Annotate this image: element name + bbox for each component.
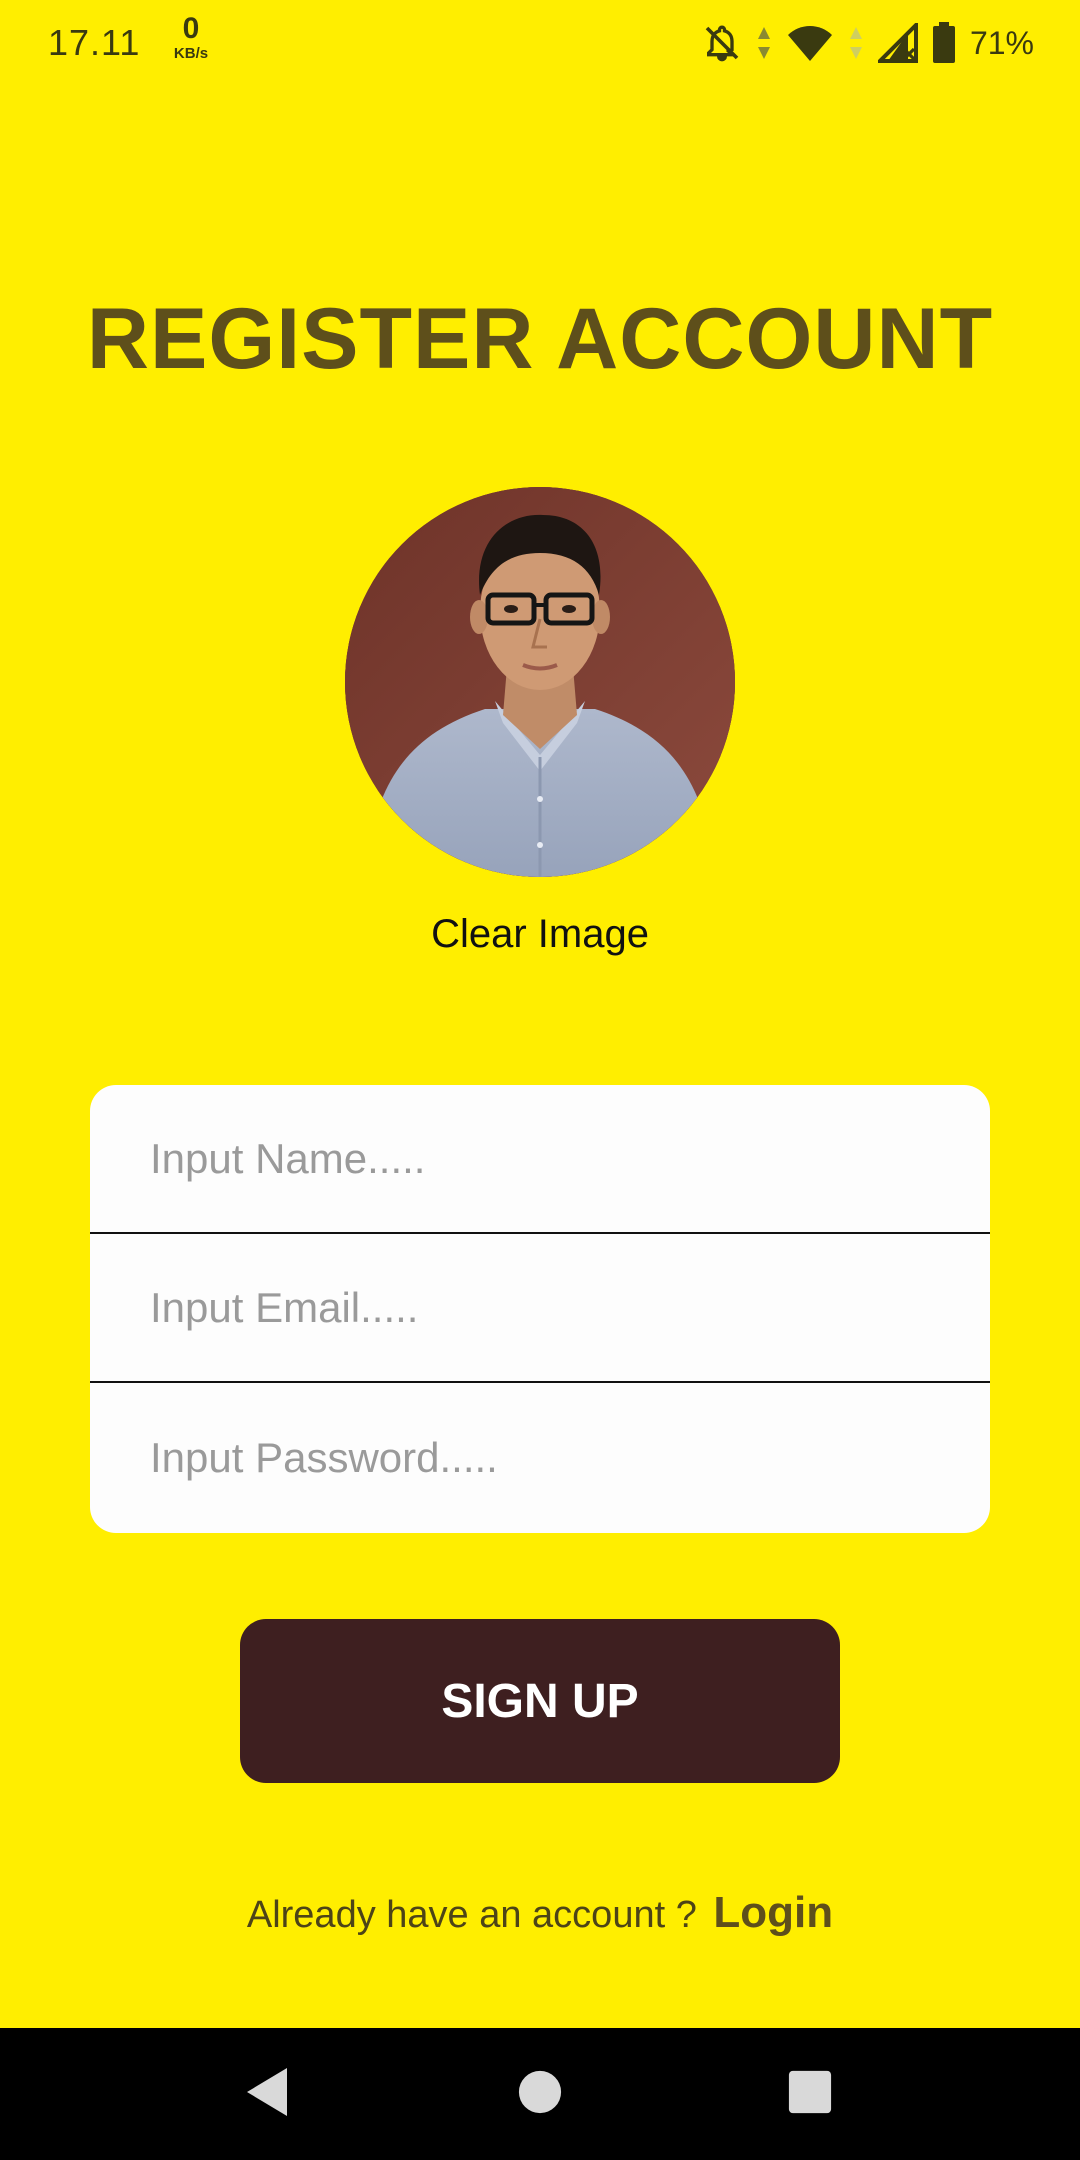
signal-icon bbox=[877, 23, 918, 63]
recents-icon bbox=[787, 2069, 833, 2120]
battery-icon bbox=[932, 22, 956, 64]
avatar-image[interactable] bbox=[345, 487, 735, 877]
back-button[interactable] bbox=[207, 2028, 327, 2160]
email-field-container bbox=[90, 1234, 990, 1383]
network-speed-value: 0 bbox=[182, 12, 200, 45]
home-button[interactable] bbox=[480, 2028, 600, 2160]
status-time: 17.11 bbox=[48, 22, 141, 63]
wifi-icon bbox=[786, 23, 834, 63]
bell-off-icon bbox=[702, 23, 742, 63]
register-form bbox=[90, 1085, 990, 1533]
home-icon bbox=[517, 2069, 563, 2120]
name-input[interactable] bbox=[150, 1085, 950, 1232]
clear-image-button[interactable]: Clear Image bbox=[0, 912, 1080, 957]
recents-button[interactable] bbox=[750, 2028, 870, 2160]
login-link[interactable]: Login bbox=[713, 1888, 833, 1937]
data-arrows-icon bbox=[756, 23, 772, 63]
email-input[interactable] bbox=[150, 1234, 950, 1381]
status-icons: 71% bbox=[702, 18, 1034, 68]
sign-up-button[interactable]: SIGN UP bbox=[240, 1619, 840, 1783]
navigation-bar bbox=[0, 2028, 1080, 2160]
back-icon bbox=[243, 2066, 291, 2123]
login-prompt-text: Already have an account ? bbox=[246, 1894, 697, 1936]
data-arrows-icon bbox=[848, 23, 864, 63]
password-field-container bbox=[90, 1383, 990, 1532]
network-speed: 0 KB/s bbox=[166, 12, 216, 62]
status-bar: 17.11 0 KB/s 71% bbox=[0, 0, 1080, 88]
password-input[interactable] bbox=[150, 1383, 950, 1532]
register-screen: 17.11 0 KB/s 71% REGISTER ACCOUNT Clear … bbox=[0, 0, 1080, 2160]
network-speed-unit: KB/s bbox=[173, 45, 209, 62]
page-title: REGISTER ACCOUNT bbox=[86, 291, 994, 387]
battery-percent: 71% bbox=[969, 24, 1034, 61]
login-prompt: Already have an account ? Login bbox=[0, 1888, 1080, 1938]
name-field-container bbox=[90, 1085, 990, 1234]
